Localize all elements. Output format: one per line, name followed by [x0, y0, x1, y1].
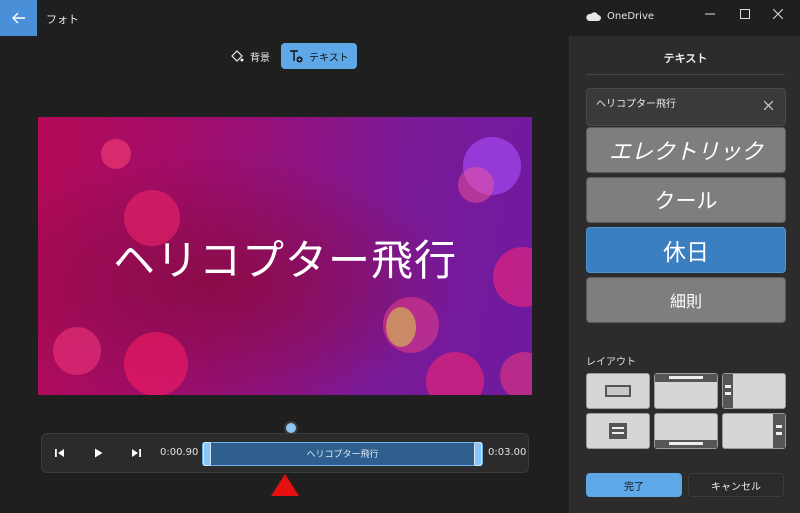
annotation-marker: [271, 474, 299, 496]
close-icon: [773, 9, 783, 19]
skip-back-icon: [55, 449, 64, 457]
bokeh-light: [426, 352, 484, 395]
bokeh-light: [386, 307, 416, 347]
close-icon: [763, 100, 774, 111]
skip-forward-icon: [132, 449, 141, 457]
layout-left-button[interactable]: [722, 373, 786, 409]
close-window-button[interactable]: [764, 4, 792, 24]
layout-left-icon: [723, 374, 733, 408]
style-label: エレクトリック: [608, 140, 763, 165]
preview-caption: ヘリコプター飛行: [112, 236, 457, 285]
layout-middle-button[interactable]: [586, 413, 650, 449]
minimize-icon: [705, 13, 715, 15]
onedrive-status[interactable]: OneDrive: [585, 11, 654, 22]
title-bar: フォト OneDrive: [0, 0, 800, 36]
video-preview[interactable]: ヘリコプター飛行: [38, 117, 532, 395]
layout-right-button[interactable]: [722, 413, 786, 449]
clip-track[interactable]: ヘリコプター飛行: [202, 442, 483, 466]
app-title: フォト: [46, 13, 79, 26]
caption-text-field[interactable]: ヘリコプター飛行: [586, 88, 786, 126]
layout-bottom-icon: [655, 440, 717, 448]
style-fine-print-button[interactable]: 細則: [586, 277, 786, 323]
cloud-icon: [586, 11, 601, 21]
style-electric-button[interactable]: エレクトリック: [586, 127, 786, 173]
start-time: 0:00.90: [160, 447, 199, 458]
clear-text-button[interactable]: [763, 99, 774, 113]
maximize-button[interactable]: [731, 4, 759, 24]
cancel-button[interactable]: キャンセル: [688, 473, 784, 497]
trim-end-handle[interactable]: [474, 442, 482, 466]
style-label: 休日: [663, 240, 709, 266]
panel-title: テキスト: [663, 52, 708, 65]
layout-label: レイアウト: [586, 357, 636, 368]
bokeh-light: [458, 167, 494, 203]
bokeh-light: [101, 139, 131, 169]
clip-label: ヘリコプター飛行: [306, 450, 379, 460]
background-label: 背景: [250, 52, 270, 64]
style-label: クール: [654, 189, 718, 213]
bokeh-light: [124, 332, 188, 395]
timeline-bar: 0:00.90 ヘリコプター飛行 0:03.00: [41, 433, 529, 473]
layout-top-icon: [655, 374, 717, 382]
layout-right-icon: [773, 414, 785, 448]
text-panel: テキスト ヘリコプター飛行 エレクトリック クール 休日 細則 レイアウト 完了…: [569, 36, 800, 513]
style-cool-button[interactable]: クール: [586, 177, 786, 223]
text-add-icon: [290, 50, 303, 63]
bokeh-light: [53, 327, 101, 375]
back-arrow-icon: [11, 12, 25, 24]
caption-text-value: ヘリコプター飛行: [596, 99, 676, 110]
paint-bucket-icon: [231, 50, 244, 62]
style-holiday-button[interactable]: 休日: [586, 227, 786, 273]
background-button[interactable]: 背景: [222, 43, 278, 69]
minimize-button[interactable]: [696, 4, 724, 24]
end-time: 0:03.00: [488, 447, 527, 458]
skip-back-button[interactable]: [52, 445, 68, 461]
style-label: 細則: [669, 292, 702, 311]
onedrive-label: OneDrive: [607, 11, 655, 22]
done-button[interactable]: 完了: [586, 473, 682, 497]
text-label: テキスト: [309, 52, 349, 64]
layout-center-button[interactable]: [586, 373, 650, 409]
play-button[interactable]: [90, 445, 106, 461]
back-button[interactable]: [0, 0, 37, 36]
maximize-icon: [740, 9, 750, 19]
layout-top-button[interactable]: [654, 373, 718, 409]
layout-bottom-button[interactable]: [654, 413, 718, 449]
bokeh-light: [500, 352, 532, 395]
text-button[interactable]: テキスト: [281, 43, 357, 69]
layout-center-icon: [605, 385, 631, 397]
layout-middle-icon: [609, 423, 627, 439]
divider: [586, 74, 785, 75]
skip-forward-button[interactable]: [128, 445, 144, 461]
play-icon: [95, 448, 103, 458]
